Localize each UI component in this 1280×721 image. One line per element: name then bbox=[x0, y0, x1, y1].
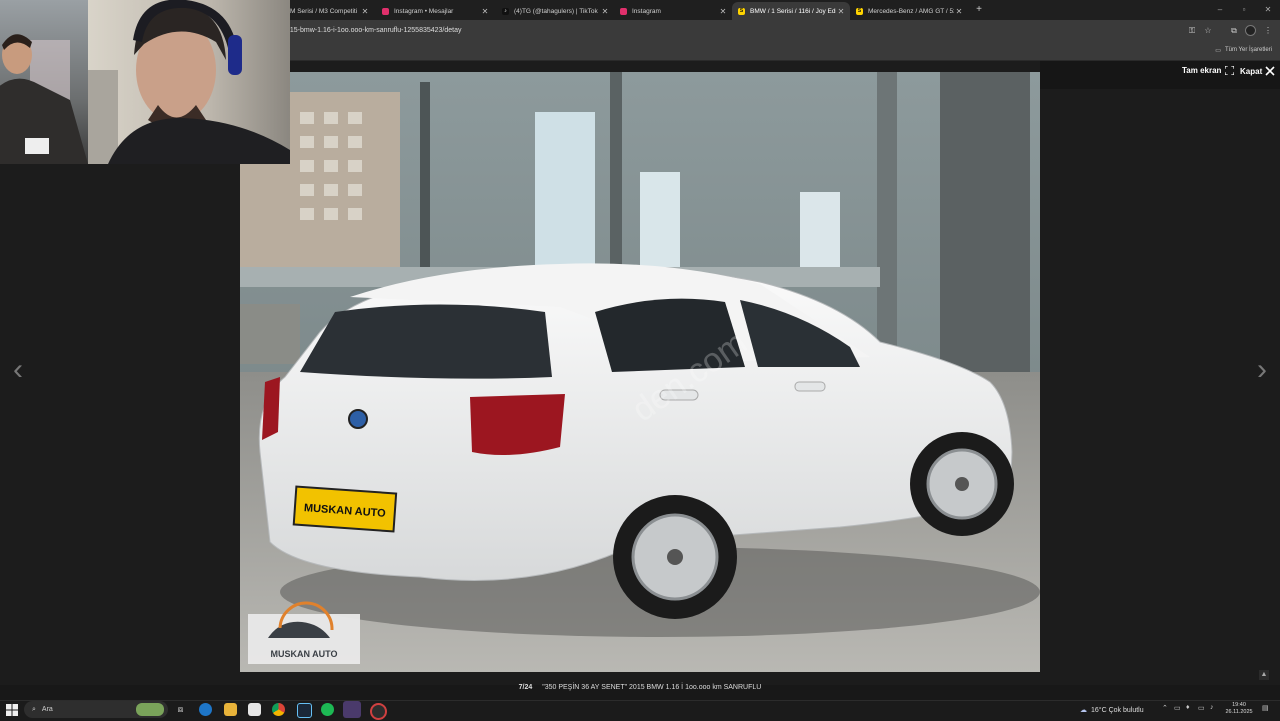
windows-start-icon[interactable] bbox=[6, 704, 18, 716]
all-bookmarks-button[interactable]: ▭ Tüm Yer İşaretleri bbox=[1215, 44, 1272, 56]
file-explorer-icon[interactable] bbox=[224, 703, 237, 716]
car-photo-illustration: MUSKAN AUTO den.com MUSKAN AUTO bbox=[240, 72, 1040, 672]
weather-text: 16°C Çok bulutlu bbox=[1091, 706, 1144, 714]
tab-close-icon[interactable]: ✕ bbox=[836, 7, 846, 16]
minimize-icon[interactable]: – bbox=[1210, 3, 1230, 17]
chevron-up-icon[interactable]: ⌃ bbox=[1162, 704, 1168, 712]
instagram-icon bbox=[382, 7, 389, 15]
tiktok-icon: ♪ bbox=[502, 7, 509, 15]
weather-widget[interactable]: ☁ 16°C Çok bulutlu bbox=[1080, 702, 1144, 718]
microphone-icon[interactable]: ♦ bbox=[1186, 704, 1190, 711]
task-view-icon[interactable]: ⧈ bbox=[174, 703, 187, 716]
steam-icon[interactable] bbox=[297, 703, 312, 718]
folder-icon: ▭ bbox=[1215, 47, 1221, 54]
close-icon bbox=[1265, 66, 1275, 76]
tab-mercedes[interactable]: S Mercedes-Benz / AMG GT / 53 ✕ bbox=[850, 2, 968, 20]
dealer-logo-text: MUSKAN AUTO bbox=[271, 649, 338, 659]
instagram-icon bbox=[620, 7, 627, 15]
all-bookmarks-label: Tüm Yer İşaretleri bbox=[1224, 47, 1272, 53]
tab-instagram-messages[interactable]: Instagram • Mesajlar ✕ bbox=[376, 2, 494, 20]
sahibinden-icon: S bbox=[856, 7, 863, 15]
extensions-icon[interactable]: ⧉ bbox=[1228, 25, 1240, 37]
obs-icon[interactable] bbox=[370, 703, 387, 720]
system-clock[interactable]: 19:40 26.11.2025 bbox=[1222, 702, 1256, 716]
bookmark-star-icon[interactable]: ☆ bbox=[1202, 25, 1214, 37]
close-gallery-button[interactable]: Kapat bbox=[1240, 66, 1275, 76]
chrome-icon[interactable] bbox=[272, 703, 285, 716]
fullscreen-icon bbox=[1225, 66, 1235, 75]
network-icon[interactable]: ▭ bbox=[1174, 704, 1181, 712]
search-highlight-icon bbox=[136, 703, 164, 716]
tab-close-icon[interactable]: ✕ bbox=[480, 7, 490, 16]
search-placeholder: Ara bbox=[41, 706, 53, 713]
tab-m-serisi[interactable]: M Serisi / M3 Competiti ✕ bbox=[290, 2, 374, 20]
close-label: Kapat bbox=[1240, 66, 1263, 76]
photo-caption-bar: 7/24 "350 PEŞİN 36 AY SENET" 2015 BMW 1.… bbox=[0, 684, 1280, 698]
clock-date: 26.11.2025 bbox=[1225, 709, 1253, 715]
sahibinden-icon: S bbox=[738, 7, 745, 15]
scroll-top-button[interactable]: ▲ bbox=[1259, 670, 1269, 680]
search-icon: ⌕ bbox=[32, 705, 36, 713]
tab-bmw-active[interactable]: S BMW / 1 Serisi / 116i / Joy Edit ✕ bbox=[732, 2, 850, 20]
maximize-icon[interactable]: ▫ bbox=[1234, 3, 1254, 17]
clock-time: 19:40 bbox=[1232, 702, 1246, 708]
tab-title: Mercedes-Benz / AMG GT / 53 bbox=[868, 7, 954, 15]
tab-close-icon[interactable]: ✕ bbox=[718, 7, 728, 16]
tab-instagram[interactable]: Instagram ✕ bbox=[614, 2, 732, 20]
address-bar[interactable]: 015-bmw-1.16-i-1oo.ooo-km-sanruflu-12558… bbox=[286, 23, 1186, 39]
display-icon[interactable]: ▭ bbox=[1198, 704, 1205, 712]
tab-close-icon[interactable]: ✕ bbox=[360, 7, 370, 16]
tab-title: BMW / 1 Serisi / 116i / Joy Edit bbox=[750, 7, 836, 15]
window-close-icon[interactable]: ✕ bbox=[1258, 3, 1278, 17]
streamer-silhouette bbox=[0, 34, 88, 164]
edge-browser-icon[interactable] bbox=[199, 703, 212, 716]
twitch-active-icon[interactable] bbox=[343, 701, 361, 718]
tab-close-icon[interactable]: ✕ bbox=[954, 7, 964, 16]
tab-tiktok[interactable]: ♪ (4)TG (@tahagulers) | TikTok ✕ bbox=[496, 2, 614, 20]
tab-title: (4)TG (@tahagulers) | TikTok bbox=[514, 7, 598, 15]
store-icon[interactable] bbox=[248, 703, 261, 716]
fullscreen-label: Tam ekran bbox=[1182, 66, 1222, 75]
photo-caption: "350 PEŞİN 36 AY SENET" 2015 BMW 1.16 İ … bbox=[542, 684, 762, 691]
taskbar-search-box[interactable]: ⌕ Ara bbox=[24, 701, 168, 718]
profile-avatar[interactable] bbox=[1244, 25, 1256, 37]
key-icon[interactable]: ⚿ bbox=[1186, 25, 1198, 37]
menu-icon[interactable]: ⋮ bbox=[1262, 25, 1274, 37]
cloud-icon: ☁ bbox=[1080, 707, 1087, 714]
notification-icon[interactable]: ▤ bbox=[1262, 704, 1269, 712]
volume-icon[interactable]: ♪ bbox=[1210, 704, 1214, 711]
next-photo-arrow[interactable]: › bbox=[1252, 355, 1272, 385]
new-tab-button[interactable]: + bbox=[972, 3, 986, 17]
photo-counter: 7/24 bbox=[518, 684, 533, 691]
webcam-overlay-left bbox=[0, 0, 88, 164]
tab-title: Instagram • Mesajlar bbox=[394, 7, 454, 15]
fullscreen-button[interactable]: Tam ekran bbox=[1182, 66, 1235, 75]
webcam-overlay-right bbox=[88, 0, 290, 164]
listing-photo: MUSKAN AUTO den.com MUSKAN AUTO bbox=[240, 72, 1040, 672]
tab-close-icon[interactable]: ✕ bbox=[600, 7, 610, 16]
tab-title: M Serisi / M3 Competiti bbox=[290, 7, 358, 15]
tab-title: Instagram bbox=[632, 7, 661, 15]
spotify-icon[interactable] bbox=[321, 703, 334, 716]
streamer-silhouette bbox=[88, 0, 290, 164]
previous-photo-arrow[interactable]: ‹ bbox=[8, 355, 28, 385]
